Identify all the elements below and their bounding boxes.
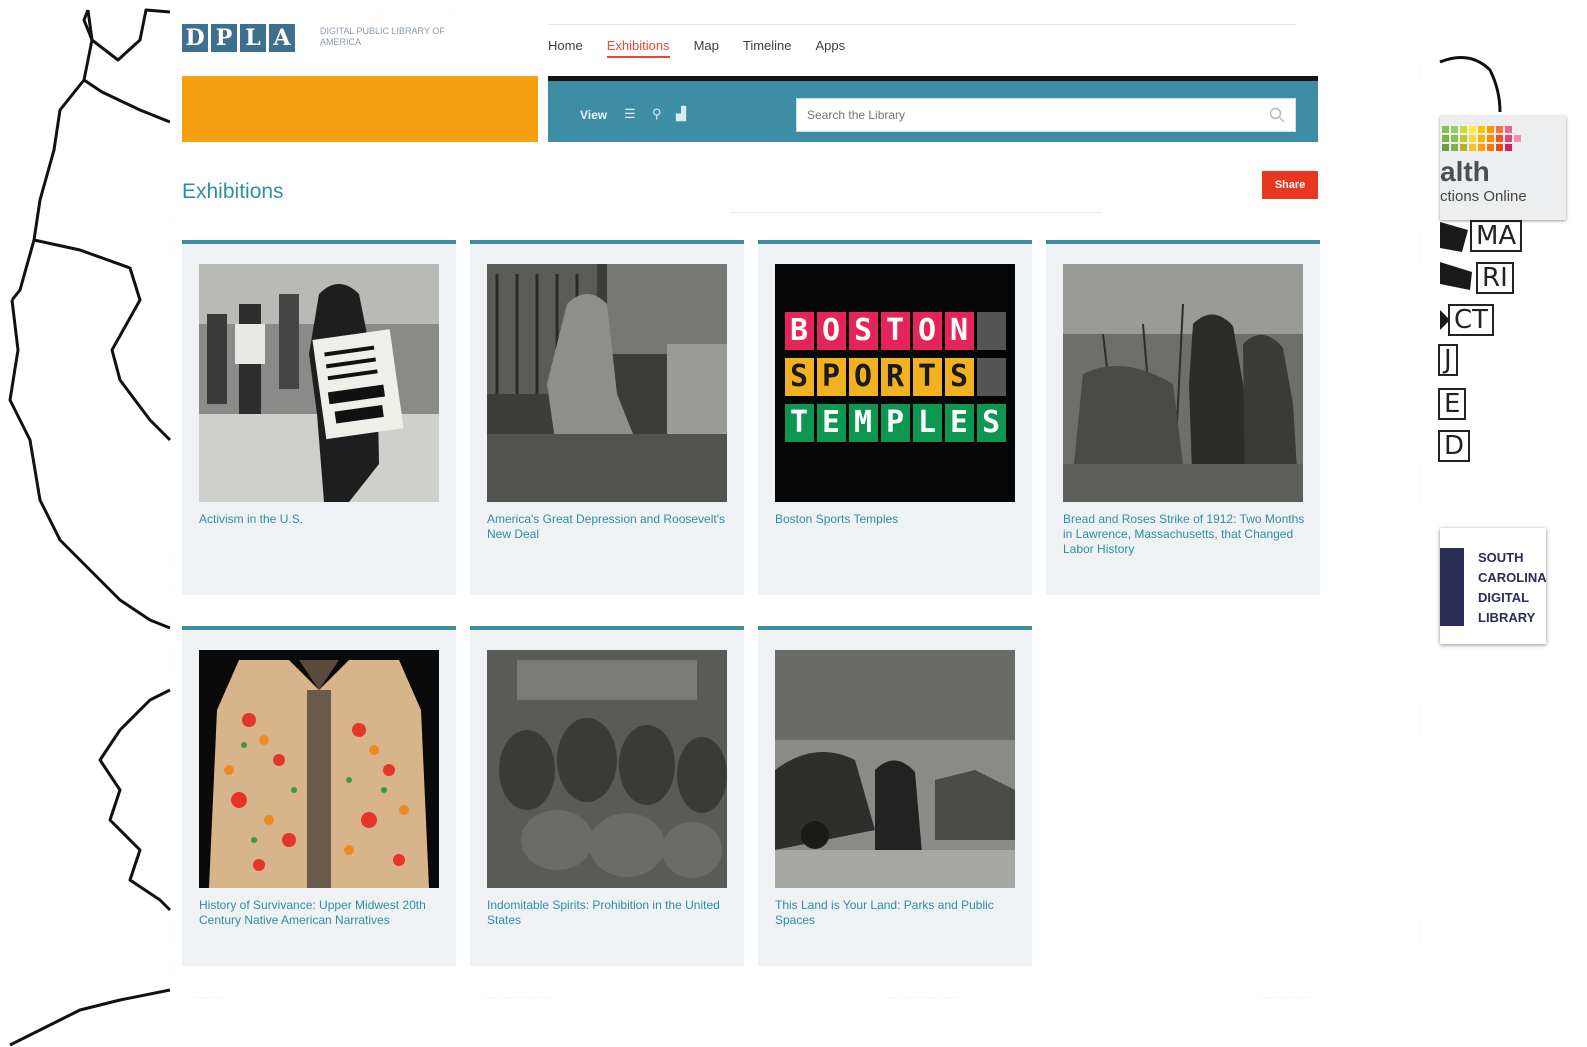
exhibition-card-this-land[interactable]: This Land is Your Land: Parks and Public… — [758, 626, 1032, 966]
nav-map[interactable]: Map — [694, 38, 719, 58]
search-icon[interactable] — [1269, 107, 1285, 123]
health-logo-subtitle: ctions Online — [1440, 188, 1527, 205]
health-collections-logo: alth ctions Online — [1440, 116, 1566, 220]
map-label-ri: RI — [1476, 262, 1514, 294]
dpla-logo[interactable]: D P L A — [182, 24, 298, 52]
list-view-icon[interactable]: ☰ — [624, 106, 636, 122]
exhibition-card-great-depression[interactable]: America's Great Depression and Roosevelt… — [470, 240, 744, 595]
exhibition-card-indomitable-spirits[interactable]: Indomitable Spirits: Prohibition in the … — [470, 626, 744, 966]
search-input[interactable] — [797, 99, 1257, 131]
main-nav: Home Exhibitions Map Timeline Apps — [548, 38, 845, 58]
map-pin-icon[interactable]: ⚲ — [652, 106, 662, 122]
nav-timeline[interactable]: Timeline — [743, 38, 792, 58]
view-label: View — [580, 108, 608, 122]
scdl-logo-text: SOUTH CAROLINA DIGITAL LIBRARY — [1478, 550, 1547, 625]
south-carolina-digital-library-logo: SOUTH CAROLINA DIGITAL LIBRARY — [1440, 528, 1547, 644]
orange-banner — [182, 76, 538, 142]
exhibition-card-activism[interactable]: Activism in the U.S. — [182, 240, 456, 595]
search-box — [796, 98, 1296, 132]
exhibition-thumbnail[interactable] — [487, 650, 727, 888]
logo-letter: A — [269, 24, 295, 52]
share-button[interactable]: Share — [1262, 171, 1318, 199]
nav-divider — [548, 24, 1296, 25]
health-logo-word: alth — [1440, 156, 1490, 187]
exhibition-card-bread-and-roses[interactable]: Bread and Roses Strike of 1912: Two Mont… — [1046, 240, 1320, 595]
logo-subtitle: DIGITAL PUBLIC LIBRARY OF AMERICA — [320, 26, 445, 47]
exhibition-title[interactable]: History of Survivance: Upper Midwest 20t… — [199, 898, 444, 928]
nav-home[interactable]: Home — [548, 38, 583, 58]
exhibition-title[interactable]: Activism in the U.S. — [199, 512, 444, 527]
boston-sports-temples-artwork: B O S T O N S P O R T S T E M P L E S — [775, 264, 1015, 442]
exhibition-thumbnail[interactable] — [775, 650, 1015, 888]
title-divider — [730, 212, 1102, 213]
exhibition-title[interactable]: Boston Sports Temples — [775, 512, 1020, 527]
nav-apps[interactable]: Apps — [816, 38, 846, 58]
exhibition-card-boston-sports-temples[interactable]: B O S T O N S P O R T S T E M P L E S Bo… — [758, 240, 1032, 595]
exhibition-thumbnail[interactable] — [487, 264, 727, 502]
map-label-ma: MA — [1470, 220, 1523, 252]
map-label-de: E — [1438, 388, 1467, 420]
page-title: Exhibitions — [182, 180, 284, 203]
map-label-ct: CT — [1448, 304, 1495, 336]
exhibition-thumbnail[interactable] — [199, 650, 439, 888]
exhibition-title[interactable]: Bread and Roses Strike of 1912: Two Mont… — [1063, 512, 1308, 557]
exhibition-thumbnail[interactable] — [199, 264, 439, 502]
map-label-nj: J — [1438, 344, 1458, 376]
health-dot-grid-icon — [1442, 126, 1521, 151]
logo-letter: P — [211, 24, 237, 52]
exhibition-thumbnail[interactable] — [1063, 264, 1303, 502]
timeline-chart-icon[interactable]: ▟ — [676, 106, 686, 122]
exhibition-title[interactable]: Indomitable Spirits: Prohibition in the … — [487, 898, 732, 928]
dpla-website-screenshot: D P L A DIGITAL PUBLIC LIBRARY OF AMERIC… — [170, 8, 1420, 998]
scdl-l-mark-icon — [1440, 548, 1464, 626]
map-label-md: D — [1438, 430, 1471, 462]
nav-exhibitions[interactable]: Exhibitions — [606, 38, 670, 58]
logo-letter: L — [240, 24, 266, 52]
exhibition-card-history-of-survivance[interactable]: History of Survivance: Upper Midwest 20t… — [182, 626, 456, 966]
search-bar: View ☰ ⚲ ▟ — [548, 76, 1318, 142]
exhibition-title[interactable]: America's Great Depression and Roosevelt… — [487, 512, 732, 542]
exhibition-title[interactable]: This Land is Your Land: Parks and Public… — [775, 898, 1020, 928]
logo-letter: D — [182, 24, 208, 52]
exhibition-thumbnail[interactable]: B O S T O N S P O R T S T E M P L E S — [775, 264, 1015, 502]
